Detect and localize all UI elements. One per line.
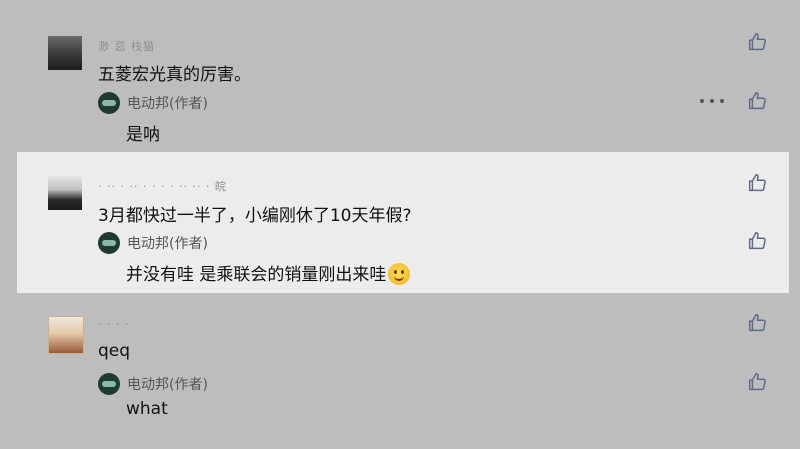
author-logo[interactable] (98, 373, 120, 395)
smile-emoji-icon (388, 263, 411, 285)
avatar[interactable] (48, 316, 84, 354)
comment-username[interactable]: 渺 忌 栈猫 (98, 38, 155, 54)
more-icon-dot (710, 99, 714, 103)
like-icon[interactable] (746, 172, 768, 194)
author-logo[interactable] (98, 232, 120, 254)
like-icon[interactable] (746, 371, 768, 393)
like-icon[interactable] (746, 31, 768, 53)
author-reply-header: 电动邦(作者) (98, 232, 208, 254)
avatar[interactable] (48, 36, 82, 70)
avatar[interactable] (48, 176, 82, 210)
author-name[interactable]: 电动邦(作者) (127, 374, 208, 394)
author-reply-header: 电动邦(作者) (98, 373, 208, 395)
more-icon-dot (700, 99, 704, 103)
reply-text: 并没有哇 是乘联会的销量刚出来哇 (126, 260, 411, 285)
reply-text-content: 并没有哇 是乘联会的销量刚出来哇 (126, 265, 387, 285)
author-name[interactable]: 电动邦(作者) (127, 93, 208, 113)
author-reply-header: 电动邦(作者) (98, 92, 208, 114)
comment-username[interactable]: · ·· · ·· · · · · ·· ·· · 皖 (98, 178, 227, 194)
like-icon[interactable] (746, 230, 768, 252)
more-icon-dot (720, 99, 724, 103)
like-icon[interactable] (746, 312, 768, 334)
reply-text: 是呐 (126, 125, 160, 145)
author-name[interactable]: 电动邦(作者) (127, 233, 208, 253)
comment-username[interactable]: · · · · (98, 318, 129, 331)
author-logo[interactable] (98, 92, 120, 114)
reply-text: what (126, 399, 168, 419)
comment-text: 3月都快过一半了，小编刚休了10天年假? (98, 206, 412, 226)
comment-text: 五菱宏光真的厉害。 (98, 65, 251, 85)
more-options-button[interactable] (700, 94, 724, 108)
like-icon[interactable] (746, 90, 768, 112)
comment-text: qeq (98, 341, 131, 361)
